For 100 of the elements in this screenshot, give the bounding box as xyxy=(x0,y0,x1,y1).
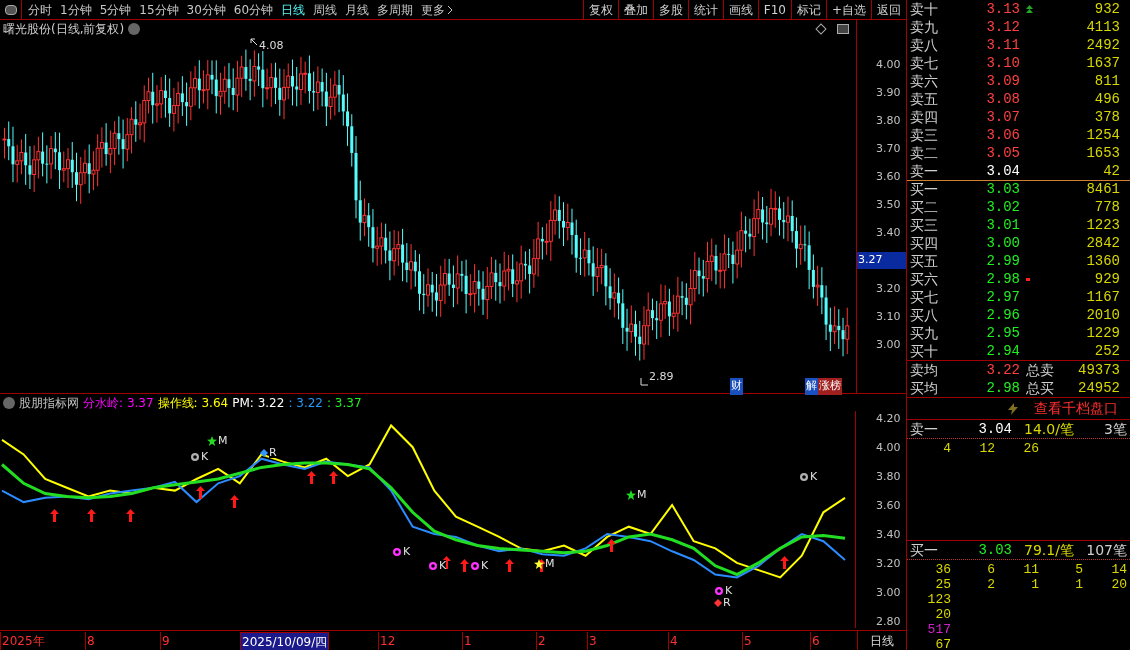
order-level-label: 卖一 xyxy=(910,161,939,181)
toolbar-button[interactable]: 画线 xyxy=(722,0,758,19)
toolbar-button[interactable]: +自选 xyxy=(825,0,871,19)
average-label: 卖均 xyxy=(910,360,939,380)
signal-label: K xyxy=(481,560,489,571)
order-volume: 1223 xyxy=(1086,215,1120,235)
queue-order: 2 xyxy=(986,576,995,590)
queue-label: 买一 xyxy=(910,540,939,560)
queue-order: 12 xyxy=(978,440,995,454)
order-volume: 378 xyxy=(1094,107,1120,127)
square-icon xyxy=(1026,277,1030,281)
total-label: 总买 xyxy=(1026,378,1054,398)
time-label: 6 xyxy=(810,632,821,650)
order-price: 3.01 xyxy=(985,215,1020,235)
order-level-label: 买四 xyxy=(910,233,939,253)
up-arrow-icon xyxy=(50,509,59,522)
order-volume: 8461 xyxy=(1086,180,1120,199)
order-level-label: 买一 xyxy=(910,180,939,199)
order-price: 3.12 xyxy=(985,17,1020,37)
queue-label: 卖一 xyxy=(910,419,939,439)
average-label: 买均 xyxy=(910,378,939,398)
order-level-label: 买二 xyxy=(910,197,939,217)
queue-count: 107笔 xyxy=(1085,540,1127,560)
order-volume: 811 xyxy=(1094,71,1120,91)
period-tab[interactable]: 15分钟 xyxy=(139,0,179,19)
dropdown-icon[interactable] xyxy=(128,23,141,35)
average-price: 3.22 xyxy=(985,360,1020,380)
order-price: 2.94 xyxy=(985,341,1020,361)
price-tick: 3.20 xyxy=(876,281,901,297)
total-volume: 49373 xyxy=(1077,360,1120,380)
period-tab[interactable]: 5分钟 xyxy=(99,0,132,19)
indicator-reading: PM: 3.22 xyxy=(232,394,285,412)
order-level-label: 卖八 xyxy=(910,35,939,55)
time-label: 2 xyxy=(536,632,547,650)
queue-price: 3.03 xyxy=(977,540,1012,560)
order-volume: 1229 xyxy=(1086,323,1120,343)
price-tick: 3.10 xyxy=(876,309,901,325)
indicator-tick: 3.00 xyxy=(876,584,901,601)
event-badge[interactable]: 涨榜 xyxy=(818,378,842,395)
toolbar-button[interactable]: 返回 xyxy=(871,0,906,19)
event-badge[interactable]: 解 xyxy=(805,378,818,395)
depth-link[interactable]: 查看千档盘口 xyxy=(1034,398,1118,419)
order-volume: 4113 xyxy=(1086,17,1120,37)
toolbar-button[interactable]: 统计 xyxy=(687,0,723,19)
up-arrow-icon xyxy=(230,495,239,508)
queue-average: 79.1/笔 xyxy=(1024,540,1074,560)
queue-order: 26 xyxy=(1022,440,1039,454)
dropdown-icon[interactable] xyxy=(3,396,15,409)
queue-order: 6 xyxy=(986,561,995,575)
price-tick: 3.80 xyxy=(876,113,901,129)
period-tab[interactable]: 60分钟 xyxy=(233,0,274,19)
period-tab[interactable]: 1分钟 xyxy=(60,0,92,19)
up-arrow-icon xyxy=(460,559,469,572)
order-volume: 1637 xyxy=(1086,53,1120,73)
period-tab[interactable]: 日线 xyxy=(281,0,306,19)
low-price-label: 2.89 xyxy=(649,369,674,385)
order-volume: 2842 xyxy=(1086,233,1120,253)
panel-icon[interactable] xyxy=(837,24,850,34)
lightning-icon xyxy=(1008,402,1018,415)
time-label: 2025/10/09/四 xyxy=(240,632,330,650)
order-level-label: 买五 xyxy=(910,251,939,271)
event-badge[interactable]: 财 xyxy=(730,378,743,395)
order-volume: 2492 xyxy=(1086,35,1120,55)
indicator-reading: : 3.22 xyxy=(288,394,323,412)
period-tab[interactable]: 月线 xyxy=(345,0,370,19)
order-level-label: 买十 xyxy=(910,341,939,361)
order-volume: 42 xyxy=(1103,161,1120,181)
toolbar-button[interactable]: 叠加 xyxy=(617,0,653,19)
order-price: 3.07 xyxy=(985,107,1020,127)
signal-label: R xyxy=(723,597,731,608)
toolbar-button[interactable]: F10 xyxy=(757,0,791,19)
indicator-tick: 3.20 xyxy=(876,555,901,572)
time-label: 12 xyxy=(378,632,397,650)
signal-label: R xyxy=(269,447,277,458)
order-price: 3.13 xyxy=(985,0,1020,19)
queue-order: 25 xyxy=(934,576,951,590)
indicator-name: 股朋指标网 xyxy=(19,394,79,412)
time-label: 9 xyxy=(160,632,171,650)
chevron-right-icon xyxy=(447,4,454,15)
period-tab[interactable]: 周线 xyxy=(313,0,338,19)
period-tab[interactable]: 30分钟 xyxy=(186,0,226,19)
price-tick: 3.00 xyxy=(876,337,901,353)
time-label: 3 xyxy=(587,632,598,650)
high-price-label: 4.08 xyxy=(259,38,284,54)
period-tab[interactable]: 分时 xyxy=(28,0,52,19)
toolbar-button[interactable]: 复权 xyxy=(582,0,618,19)
period-tab[interactable]: 更多 xyxy=(421,0,454,19)
order-level-label: 买八 xyxy=(910,305,939,325)
order-level-label: 卖十 xyxy=(910,0,939,19)
signal-label: K xyxy=(201,451,209,462)
queue-order: 67 xyxy=(934,636,951,650)
toolbar-button[interactable]: 多股 xyxy=(652,0,688,19)
period-tab[interactable]: 多周期 xyxy=(377,0,414,19)
order-level-label: 买三 xyxy=(910,215,939,235)
order-level-label: 卖四 xyxy=(910,107,939,127)
order-price: 3.00 xyxy=(985,233,1020,253)
indicator-reading: : 3.37 xyxy=(326,394,362,412)
up-arrow-icon xyxy=(607,539,616,552)
toolbar-button[interactable]: 标记 xyxy=(790,0,826,19)
indicator-reading: 操作线: 3.64 xyxy=(157,394,229,412)
